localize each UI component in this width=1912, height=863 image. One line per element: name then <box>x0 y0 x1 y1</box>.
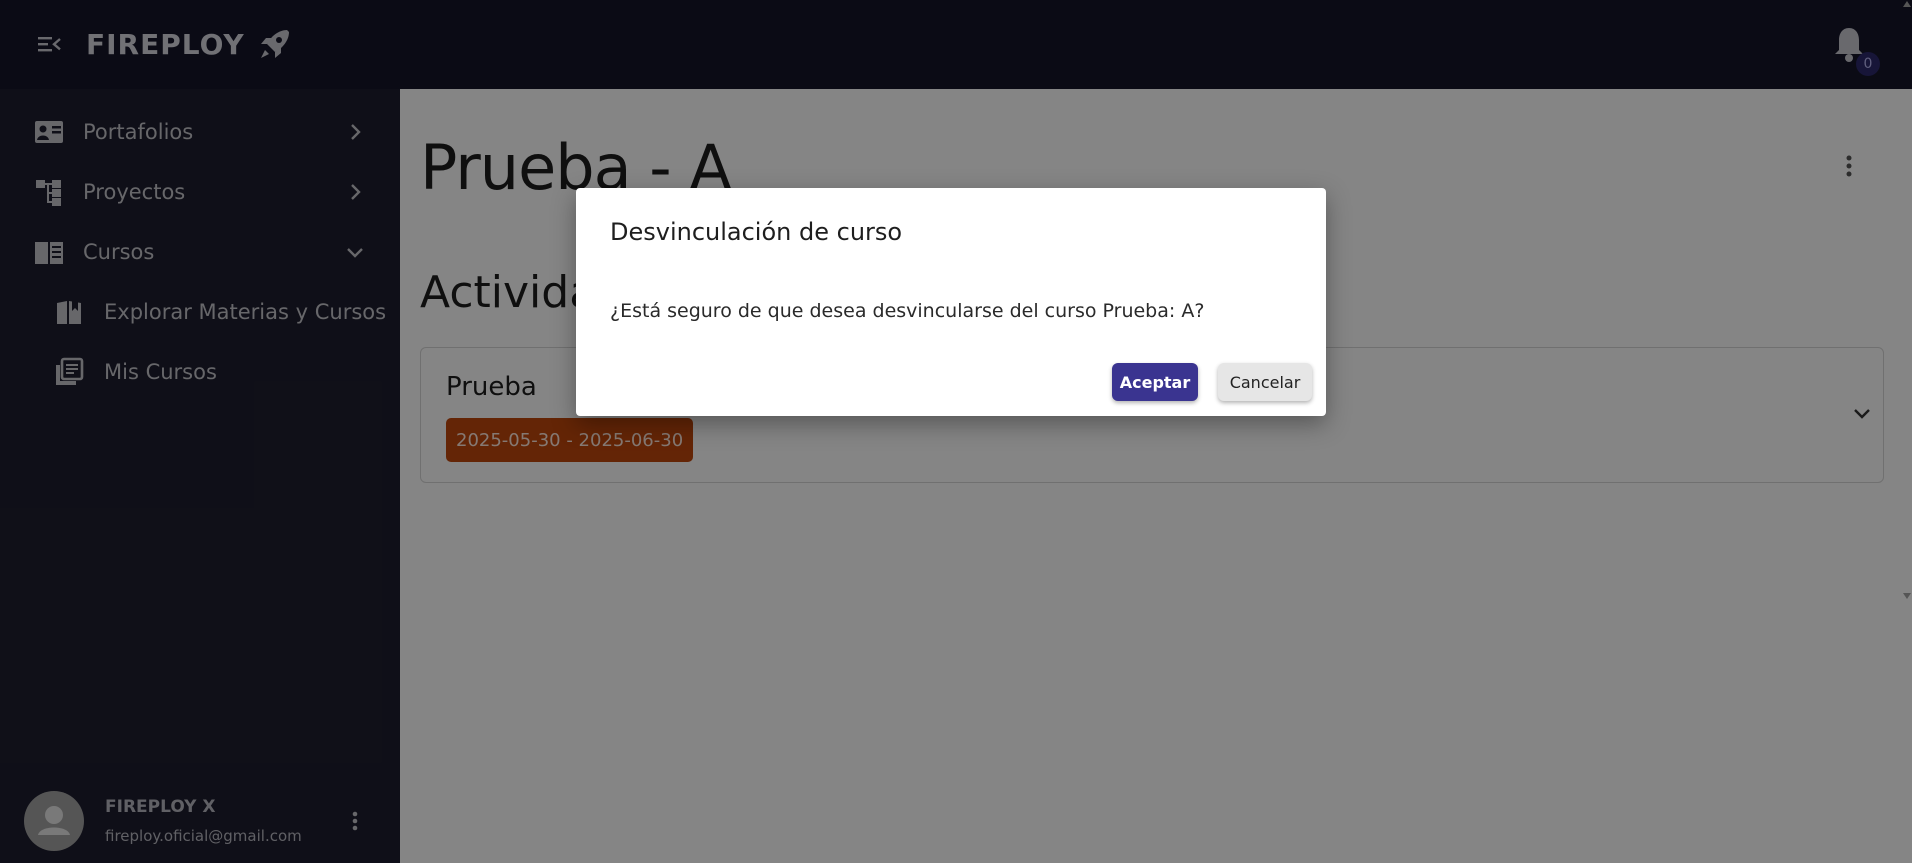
scroll-down-arrow-icon[interactable] <box>1902 590 1912 600</box>
dialog-message: ¿Está seguro de que desea desvincularse … <box>610 300 1205 322</box>
modal-backdrop[interactable] <box>0 0 1912 863</box>
unlink-course-dialog: Desvinculación de curso ¿Está seguro de … <box>576 188 1326 416</box>
dialog-title: Desvinculación de curso <box>610 218 903 246</box>
accept-button[interactable]: Aceptar <box>1112 363 1198 401</box>
cancel-button[interactable]: Cancelar <box>1218 363 1312 401</box>
scroll-up-arrow-icon[interactable] <box>1902 0 1912 10</box>
